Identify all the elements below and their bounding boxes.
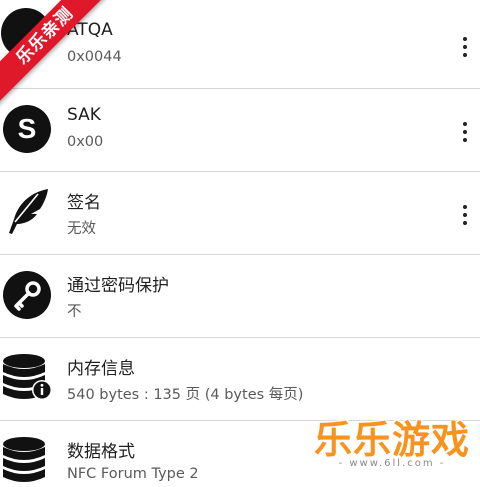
list-item-sak: S SAK 0x00 bbox=[0, 88, 480, 171]
feather-icon bbox=[2, 186, 52, 236]
row-title: 数据格式 bbox=[67, 442, 135, 462]
row-subtitle: NFC Forum Type 2 bbox=[67, 466, 199, 482]
atqa-icon bbox=[1, 8, 51, 58]
row-title: 内存信息 bbox=[67, 359, 135, 379]
list-item-data-format: 数据格式 NFC Forum Type 2 bbox=[0, 420, 480, 487]
svg-text:S: S bbox=[18, 113, 37, 144]
tag-info-list: ATQA 0x0044 S SAK 0x00 签名 无效 通过密码保护 不 内存… bbox=[0, 0, 480, 487]
row-subtitle: 540 bytes : 135 页 (4 bytes 每页) bbox=[67, 387, 304, 403]
tag-info-screen: ATQA 0x0044 S SAK 0x00 签名 无效 通过密码保护 不 内存… bbox=[0, 0, 480, 487]
row-subtitle: 不 bbox=[67, 304, 82, 320]
sak-s-icon: S bbox=[2, 104, 52, 154]
list-item-password-protected: 通过密码保护 不 bbox=[0, 254, 480, 337]
row-subtitle: 无效 bbox=[67, 221, 96, 237]
more-options-button[interactable] bbox=[458, 122, 472, 144]
more-vert-icon bbox=[463, 205, 467, 209]
database-icon bbox=[2, 435, 52, 485]
database-info-icon bbox=[2, 352, 52, 402]
more-vert-icon bbox=[463, 122, 467, 126]
row-title: 签名 bbox=[67, 193, 101, 213]
row-subtitle: 0x00 bbox=[67, 134, 104, 150]
row-subtitle: 0x0044 bbox=[67, 49, 122, 65]
list-item-memory-info: 内存信息 540 bytes : 135 页 (4 bytes 每页) bbox=[0, 337, 480, 420]
list-item-atqa: ATQA 0x0044 bbox=[0, 0, 480, 88]
key-icon bbox=[2, 270, 52, 320]
more-vert-icon bbox=[463, 37, 467, 41]
row-title: SAK bbox=[67, 105, 101, 125]
list-item-signature: 签名 无效 bbox=[0, 171, 480, 254]
more-options-button[interactable] bbox=[458, 37, 472, 59]
row-title: 通过密码保护 bbox=[67, 276, 169, 296]
more-options-button[interactable] bbox=[458, 205, 472, 227]
row-title: ATQA bbox=[67, 20, 113, 40]
